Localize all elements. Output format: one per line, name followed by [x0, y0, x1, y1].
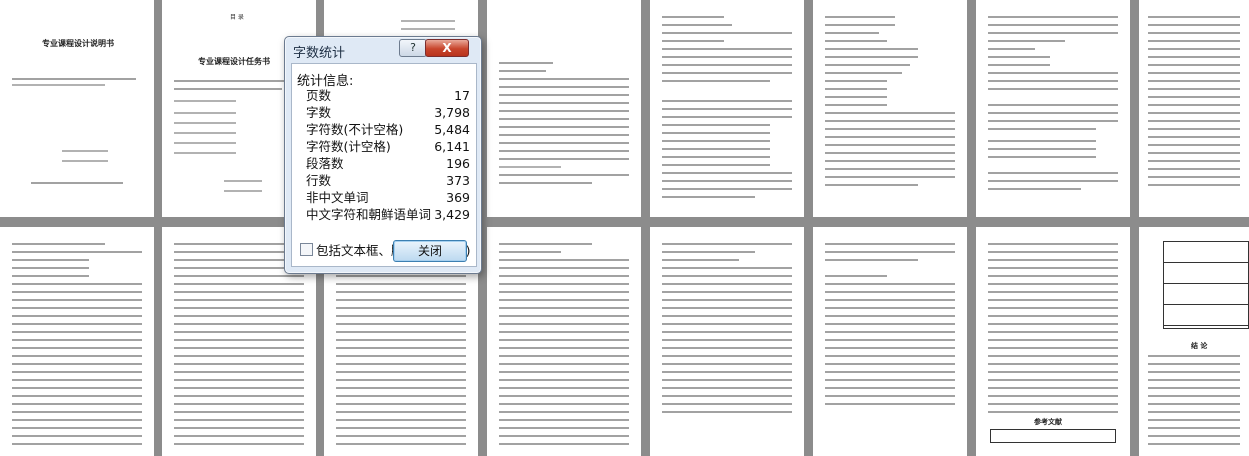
stat-label: 段落数 [306, 156, 344, 171]
statistics-label: 统计信息: [297, 74, 354, 89]
stat-row-lines: 行数 373 [306, 173, 470, 189]
page-thumbnail-9[interactable] [0, 227, 154, 456]
stat-value: 196 [446, 156, 470, 171]
stat-row-chinese-korean: 中文字符和朝鲜语单词 3,429 [306, 207, 470, 223]
dialog-body: 统计信息: 页数 17 字数 3,798 字符数(不计空格) 5,484 字符数… [291, 63, 477, 267]
close-dialog-button[interactable]: 关闭 [393, 240, 467, 262]
references-heading: 参考文献 [1034, 418, 1062, 426]
page-thumbnail-4[interactable] [487, 0, 641, 217]
page-thumbnail-5[interactable] [650, 0, 804, 217]
stat-label: 非中文单词 [306, 190, 369, 205]
page-thumbnail-7[interactable] [976, 0, 1130, 217]
doc-subtitle: 专业课程设计任务书 [198, 57, 270, 66]
stat-row-chars-with-spaces: 字符数(计空格) 6,141 [306, 139, 470, 155]
page-header-mark: 目 录 [230, 14, 244, 21]
stat-value: 369 [446, 190, 470, 205]
stat-row-paragraphs: 段落数 196 [306, 156, 470, 172]
stat-row-non-chinese-words: 非中文单词 369 [306, 190, 470, 206]
help-button[interactable]: ? [399, 39, 427, 57]
stat-row-words: 字数 3,798 [306, 105, 470, 121]
stat-value: 373 [446, 173, 470, 188]
include-textboxes-checkbox[interactable] [300, 243, 313, 256]
stat-label: 页数 [306, 88, 332, 103]
page-thumbnail-12[interactable] [487, 227, 641, 456]
page-thumbnail-8[interactable] [1139, 0, 1249, 217]
page-thumbnail-6[interactable] [813, 0, 967, 217]
stat-value: 3,798 [434, 105, 470, 120]
close-window-button[interactable]: X [425, 39, 469, 57]
stat-label: 中文字符和朝鲜语单词 [306, 207, 432, 222]
page-thumbnail-16[interactable]: 结 论 [1139, 227, 1249, 456]
stat-value: 17 [454, 88, 470, 103]
conclusion-heading: 结 论 [1191, 342, 1208, 350]
dialog-title: 字数统计 [293, 46, 346, 61]
stat-value: 3,429 [434, 207, 470, 222]
stat-label: 字符数(不计空格) [306, 122, 404, 137]
stat-label: 字符数(计空格) [306, 139, 391, 154]
stat-row-pages: 页数 17 [306, 88, 470, 104]
stat-label: 字数 [306, 105, 332, 120]
page-thumbnail-14[interactable] [813, 227, 967, 456]
stat-label: 行数 [306, 173, 332, 188]
references-table [990, 429, 1116, 443]
page-thumbnail-1[interactable]: 专业课程设计说明书 [0, 0, 154, 217]
table-block [1163, 241, 1249, 329]
stat-row-chars-no-spaces: 字符数(不计空格) 5,484 [306, 122, 470, 138]
stat-value: 5,484 [434, 122, 470, 137]
page-thumbnail-15[interactable]: 参考文献 [976, 227, 1130, 456]
doc-title: 专业课程设计说明书 [42, 39, 114, 48]
page-thumbnail-13[interactable] [650, 227, 804, 456]
word-count-dialog: 字数统计 ? X 统计信息: 页数 17 字数 3,798 字符数(不计空格) … [284, 36, 482, 274]
stat-value: 6,141 [434, 139, 470, 154]
